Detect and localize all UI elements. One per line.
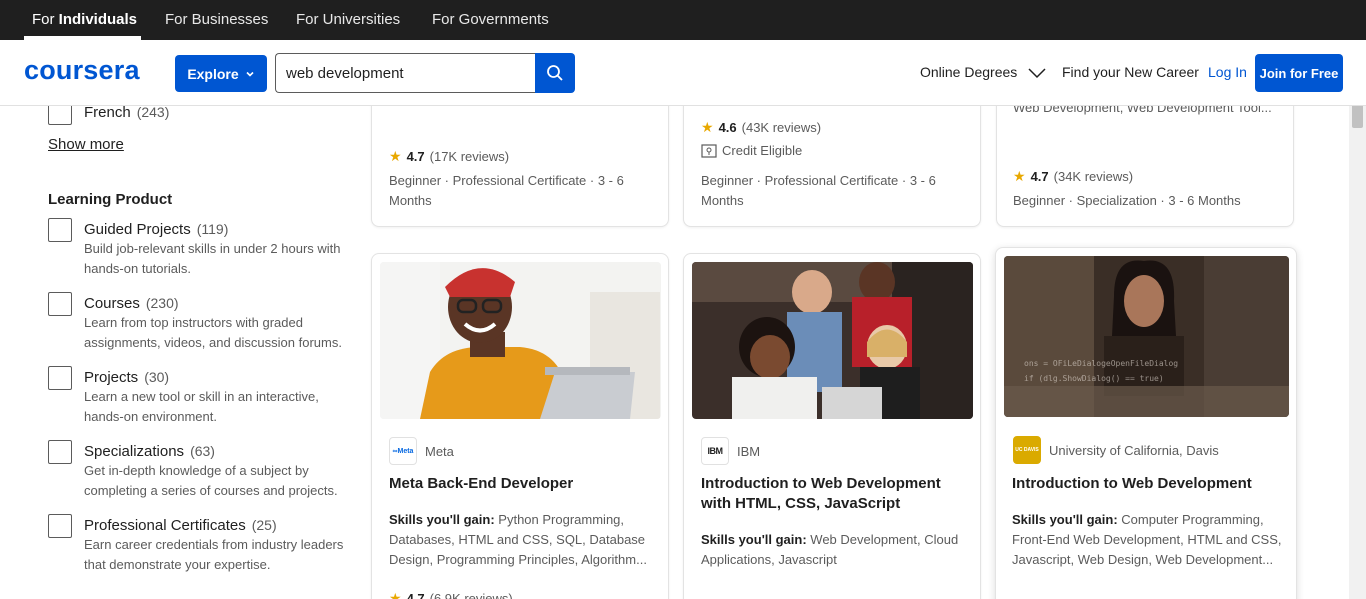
meta-logo: ∞Meta [389, 437, 417, 465]
card-meta: Beginner · Professional Certificate · 3 … [701, 173, 936, 208]
search-input[interactable] [275, 53, 536, 93]
guided-projects-desc: Build job-relevant skills in under 2 hou… [84, 241, 341, 276]
rating: ★ 4.6 (43K reviews) [701, 119, 822, 135]
courses-desc: Learn from top instructors with graded a… [84, 315, 342, 350]
ibm-course-photo [692, 262, 973, 419]
courses-label: Courses (230) [84, 295, 179, 312]
star-icon: ★ [389, 590, 402, 599]
specializations-checkbox[interactable] [48, 440, 72, 464]
svg-text:ons = OFiLeDialogeOpenFileDial: ons = OFiLeDialogeOpenFileDialog [1024, 359, 1178, 368]
courses-checkbox[interactable] [48, 292, 72, 316]
skills-text: Skills you'll gain: Web Development, Clo… [701, 532, 959, 567]
rating: ★ 4.7 (34K reviews) [1013, 168, 1134, 184]
skills-text: Skills you'll gain: Python Programming, … [389, 512, 647, 567]
course-image: ons = OFiLeDialogeOpenFileDialog if (dlg… [1004, 256, 1289, 417]
explore-button[interactable]: Explore [175, 55, 267, 92]
audience-bar: For Individuals For Businesses For Unive… [0, 0, 1366, 40]
star-icon: ★ [701, 119, 714, 135]
explore-label: Explore [187, 65, 239, 82]
meta-course-photo [380, 262, 661, 419]
search-icon [547, 65, 563, 81]
skills-text: Skills you'll gain: Computer Programming… [1012, 512, 1282, 567]
card-title[interactable]: Meta Back-End Developer [389, 474, 654, 494]
course-card[interactable]: ons = OFiLeDialogeOpenFileDialog if (dlg… [995, 247, 1297, 599]
professional-certificates-checkbox[interactable] [48, 514, 72, 538]
site-header: coursera Explore Online Degrees Find you… [0, 40, 1366, 106]
star-icon: ★ [389, 148, 402, 164]
card-meta: Beginner · Professional Certificate · 3 … [389, 173, 624, 208]
partner: ∞Meta Meta [389, 437, 454, 465]
french-filter-label: French (243) [84, 104, 170, 121]
guided-projects-checkbox[interactable] [48, 218, 72, 242]
join-free-button[interactable]: Join for Free [1255, 54, 1343, 92]
find-career-link[interactable]: Find your New Career [1062, 64, 1199, 80]
professional-certificates-desc: Earn career credentials from industry le… [84, 537, 344, 572]
card-title[interactable]: Introduction to Web Development with HTM… [701, 474, 966, 514]
chevron-down-icon [1028, 68, 1046, 79]
coursera-logo[interactable]: coursera [24, 55, 140, 86]
show-more-link[interactable]: Show more [48, 136, 124, 153]
card-title[interactable]: Introduction to Web Development [1012, 474, 1282, 494]
online-degrees-menu[interactable]: Online Degrees [920, 64, 1047, 80]
credit-eligible: Credit Eligible [701, 143, 802, 158]
ucdavis-logo: UC DAVIS [1013, 436, 1041, 464]
online-degrees-label: Online Degrees [920, 64, 1018, 80]
professional-certificates-label: Professional Certificates (25) [84, 517, 277, 534]
rating: ★ 4.7 (17K reviews) [389, 148, 510, 164]
specializations-label: Specializations (63) [84, 443, 215, 460]
learning-product-heading: Learning Product [48, 191, 173, 208]
tab-individuals[interactable]: For Individuals [32, 0, 137, 40]
star-icon: ★ [1013, 168, 1026, 184]
partner-name: IBM [737, 443, 761, 459]
projects-checkbox[interactable] [48, 366, 72, 390]
tab-governments[interactable]: For Governments [432, 0, 549, 40]
partner: IBM IBM [701, 437, 760, 465]
certificate-icon [701, 143, 717, 158]
course-card[interactable]: ∞Meta Meta Meta Back-End Developer Skill… [371, 253, 669, 599]
guided-projects-label: Guided Projects (119) [84, 221, 229, 238]
svg-text:if (dlg.ShowDialog() == true): if (dlg.ShowDialog() == true) [1024, 374, 1164, 383]
login-link[interactable]: Log In [1208, 64, 1247, 80]
course-image [692, 262, 973, 419]
tab-universities[interactable]: For Universities [296, 0, 400, 40]
projects-desc: Learn a new tool or skill in an interact… [84, 389, 319, 424]
rating: ★ 4.7 (6.9K reviews) [389, 590, 513, 599]
projects-label: Projects (30) [84, 369, 170, 386]
ibm-logo: IBM [701, 437, 729, 465]
partner-name: University of California, Davis [1049, 442, 1219, 458]
card-meta: Beginner · Specialization · 3 - 6 Months [1013, 193, 1241, 208]
tab-businesses[interactable]: For Businesses [165, 0, 268, 40]
page-scrollbar[interactable] [1349, 40, 1366, 599]
filter-sidebar: French (243) Show more Learning Product G… [0, 101, 360, 599]
course-card[interactable]: IBM IBM Introduction to Web Development … [683, 253, 981, 599]
search-button[interactable] [535, 53, 575, 93]
specializations-desc: Get in-depth knowledge of a subject by c… [84, 463, 338, 498]
partner-name: Meta [425, 443, 454, 459]
chevron-down-icon [246, 71, 254, 77]
course-image [380, 262, 661, 419]
ucdavis-course-photo: ons = OFiLeDialogeOpenFileDialog if (dlg… [1004, 256, 1289, 417]
partner: UC DAVIS University of California, Davis [1013, 436, 1219, 464]
